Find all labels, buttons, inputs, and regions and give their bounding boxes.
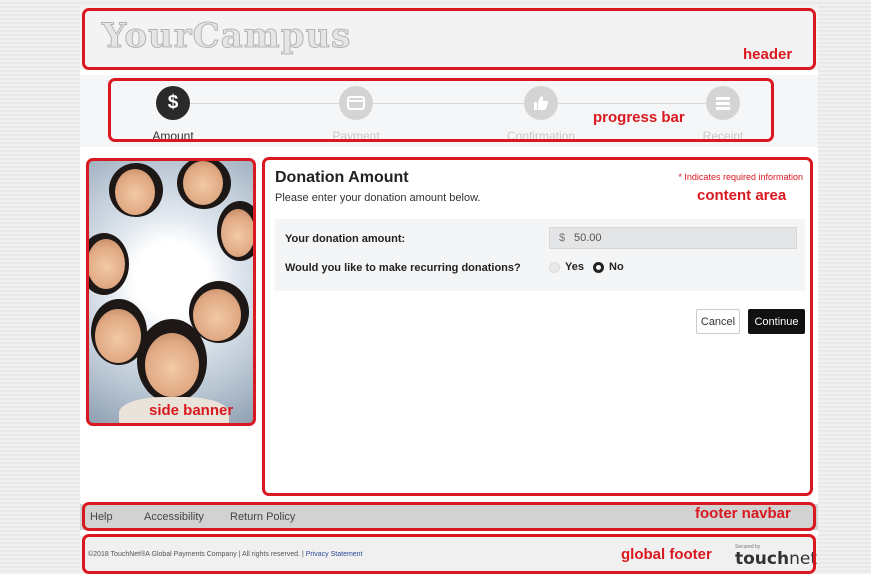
- header-annotation-box: [82, 8, 816, 70]
- side-banner-annotation-box: [86, 158, 256, 426]
- side-banner-annotation-label: side banner: [149, 402, 234, 419]
- footer-navbar-annotation-label: footer navbar: [695, 505, 791, 522]
- header-annotation-label: header: [743, 46, 793, 63]
- progress-bar-annotation-label: progress bar: [593, 109, 685, 126]
- content-area-annotation-label: content area: [697, 187, 787, 204]
- content-area-annotation-box: [262, 157, 813, 496]
- global-footer-annotation-label: global footer: [621, 546, 712, 563]
- page: YourCampus $ Amount Payment Confirmation…: [80, 6, 818, 574]
